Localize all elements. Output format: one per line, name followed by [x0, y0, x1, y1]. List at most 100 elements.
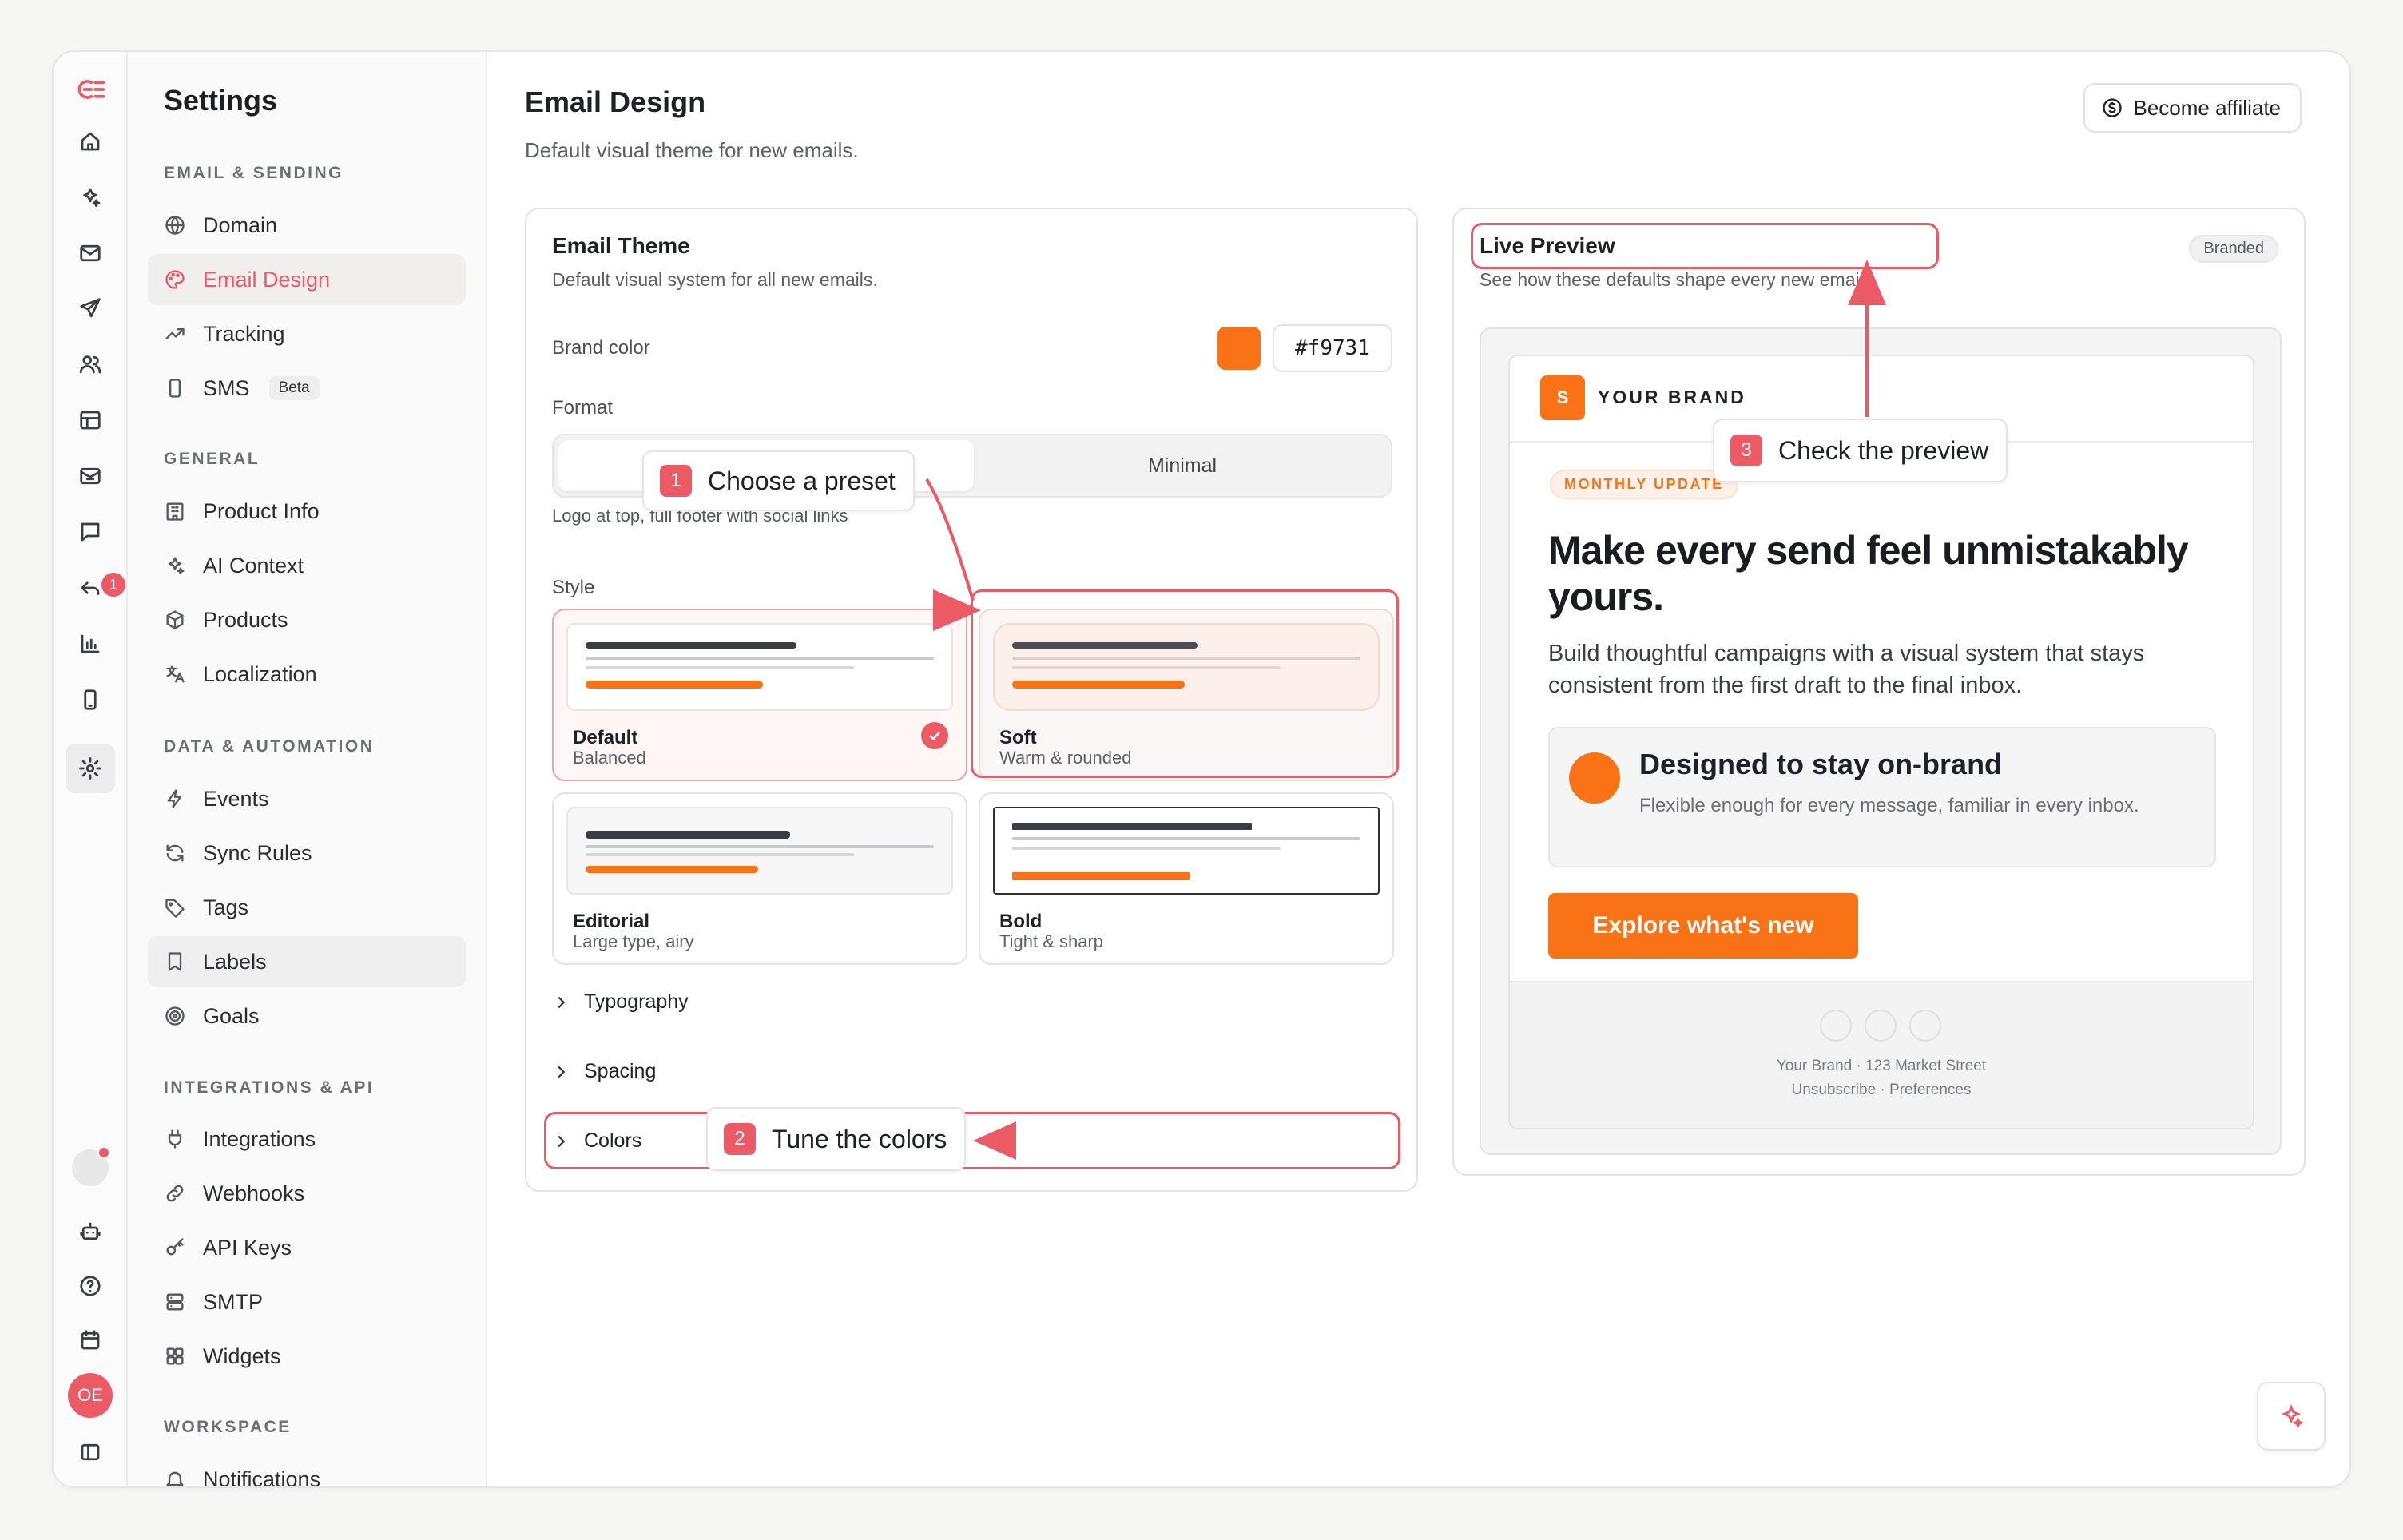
ai-assistant-button[interactable]	[2257, 1382, 2326, 1451]
nav-item-tags[interactable]: Tags	[148, 882, 466, 933]
nav-item-label: Webhooks	[203, 1181, 305, 1205]
style-card-default[interactable]: Default Balanced	[552, 609, 967, 781]
nav-item-notifications[interactable]: Notifications	[148, 1454, 466, 1488]
nav-item-sync-rules[interactable]: Sync Rules	[148, 828, 466, 879]
settings-nav: Settings EMAIL & SENDING Domain Email De…	[128, 52, 487, 1486]
palette-icon	[165, 270, 185, 289]
theme-subtitle: Default visual system for all new emails…	[552, 269, 878, 290]
settings-title: Settings	[164, 84, 278, 117]
email-logo: S	[1540, 375, 1585, 420]
highlight-live-preview	[1471, 223, 1939, 269]
tag-icon	[165, 899, 185, 918]
footer-links: Unsubscribe · Preferences	[1791, 1082, 1972, 1098]
email-eyebrow: MONTHLY UPDATE	[1550, 470, 1738, 499]
mobile-icon[interactable]	[72, 681, 109, 718]
settings-icon[interactable]	[66, 744, 115, 793]
nav-item-label: Products	[203, 607, 288, 632]
spacing-section[interactable]: Spacing	[552, 1060, 656, 1083]
nav-item-events[interactable]: Events	[148, 773, 466, 824]
mail-icon[interactable]	[72, 235, 109, 272]
callout-text: Tune the colors	[772, 1124, 947, 1153]
link-icon	[166, 1185, 184, 1202]
zap-icon	[167, 789, 182, 808]
nav-item-smtp[interactable]: SMTP	[148, 1276, 466, 1328]
nav-item-widgets[interactable]: Widgets	[148, 1331, 466, 1382]
section-data-automation: DATA & AUTOMATION	[164, 737, 375, 756]
style-name: Default	[573, 727, 638, 748]
message-icon[interactable]	[72, 514, 109, 550]
style-name: Editorial	[573, 911, 650, 932]
nav-item-label: Email Design	[203, 267, 331, 292]
highlight-colors-section	[544, 1112, 1400, 1169]
nav-item-labels[interactable]: Labels	[148, 936, 466, 987]
nav-item-label: Notifications	[203, 1467, 321, 1488]
package-icon	[166, 610, 184, 629]
nav-item-label: Widgets	[203, 1344, 281, 1368]
nav-item-sms[interactable]: SMS Beta	[148, 363, 466, 414]
sidebar-toggle-icon[interactable]	[72, 1434, 109, 1471]
style-card-editorial[interactable]: Editorial Large type, airy	[552, 792, 967, 965]
nav-item-domain[interactable]: Domain	[148, 200, 466, 251]
feature-dot	[1569, 752, 1620, 804]
sparkles-icon[interactable]	[72, 179, 109, 216]
nav-item-api-keys[interactable]: API Keys	[148, 1222, 466, 1273]
help-icon[interactable]	[72, 1268, 109, 1304]
become-affiliate-button[interactable]: Become affiliate	[2083, 83, 2302, 133]
brand-color-label: Brand color	[552, 337, 650, 359]
nav-item-email-design[interactable]: Email Design	[148, 254, 466, 305]
send-icon[interactable]	[72, 290, 109, 327]
typography-label: Typography	[584, 990, 689, 1013]
check-icon	[921, 722, 948, 749]
home-icon[interactable]	[72, 123, 109, 160]
callout-choose-preset: 1 Choose a preset	[642, 450, 915, 511]
nav-item-label: API Keys	[203, 1235, 292, 1260]
branded-badge: Branded	[2189, 235, 2278, 263]
style-thumbnail	[993, 807, 1380, 895]
calendar-icon[interactable]	[72, 1322, 109, 1359]
nav-item-product-info[interactable]: Product Info	[148, 486, 466, 537]
bot-icon[interactable]	[72, 1213, 109, 1250]
key-icon	[166, 1238, 184, 1256]
feature-body: Flexible enough for every message, famil…	[1639, 795, 2139, 816]
nav-item-label: Localization	[203, 661, 317, 686]
callout-text: Check the preview	[1778, 435, 1989, 465]
user-avatar[interactable]: OE	[68, 1373, 113, 1418]
nav-item-label: Tags	[203, 895, 249, 919]
nav-item-ai-context[interactable]: AI Context	[148, 540, 466, 591]
users-icon[interactable]	[72, 346, 109, 383]
nav-item-label: Labels	[203, 949, 267, 974]
callout-tune-colors: 2 Tune the colors	[706, 1107, 967, 1171]
sparkles-icon	[2281, 1404, 2305, 1429]
brand-color-swatch[interactable]	[1217, 327, 1261, 370]
nav-item-products[interactable]: Products	[148, 594, 466, 645]
mail-check-icon[interactable]	[72, 458, 109, 494]
email-feature-box: Designed to stay on-brand Flexible enoug…	[1548, 727, 2216, 867]
format-option-minimal[interactable]: Minimal	[975, 440, 1389, 491]
nav-item-webhooks[interactable]: Webhooks	[148, 1168, 466, 1219]
nav-item-label: SMS	[203, 375, 250, 400]
nav-item-integrations[interactable]: Integrations	[148, 1113, 466, 1165]
nav-item-label: SMTP	[203, 1289, 264, 1314]
layout-icon[interactable]	[72, 402, 109, 439]
bell-icon	[166, 1471, 184, 1486]
typography-section[interactable]: Typography	[552, 990, 689, 1014]
grid-icon	[166, 1348, 184, 1365]
nav-item-localization[interactable]: Localization	[148, 649, 466, 700]
page-subtitle: Default visual theme for new emails.	[525, 138, 859, 162]
brand-color-input[interactable]: #f9731	[1273, 324, 1392, 372]
highlight-soft-style	[971, 589, 1399, 778]
translate-icon	[166, 665, 185, 683]
nav-item-label: Tracking	[203, 321, 285, 346]
style-name: Bold	[999, 911, 1043, 932]
nav-item-tracking[interactable]: Tracking	[148, 308, 466, 359]
chevron-right-icon	[558, 996, 566, 1008]
building-icon	[166, 502, 184, 521]
target-icon	[165, 1006, 185, 1026]
nav-item-label: AI Context	[203, 553, 304, 578]
live-preview-card: Live Preview See how these defaults shap…	[1452, 208, 2306, 1176]
plug-icon	[168, 1129, 182, 1149]
app-logo-icon[interactable]	[72, 71, 109, 108]
style-card-bold[interactable]: Bold Tight & sharp	[979, 792, 1394, 965]
chart-icon[interactable]	[72, 625, 109, 662]
nav-item-goals[interactable]: Goals	[148, 990, 466, 1042]
